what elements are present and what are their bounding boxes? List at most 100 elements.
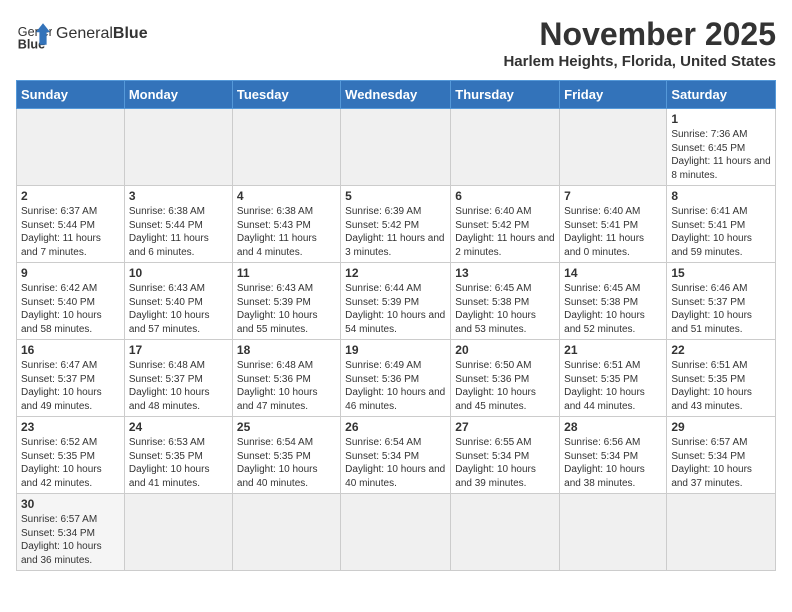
day-cell xyxy=(451,109,560,186)
day-info: Sunrise: 6:38 AM Sunset: 5:44 PM Dayligh… xyxy=(129,205,228,259)
month-title: November 2025 xyxy=(503,16,776,53)
day-number: 29 xyxy=(671,420,771,434)
day-cell xyxy=(232,109,340,186)
day-info: Sunrise: 6:56 AM Sunset: 5:34 PM Dayligh… xyxy=(564,436,662,490)
week-row-6: 30Sunrise: 6:57 AM Sunset: 5:34 PM Dayli… xyxy=(17,494,776,571)
week-row-4: 16 Sunrise: 6:47 AM Sunset: 5:37 PM Dayli… xyxy=(17,340,776,417)
day-cell: 22Sunrise: 6:51 AM Sunset: 5:35 PM Dayli… xyxy=(667,340,776,417)
day-cell: 27Sunrise: 6:55 AM Sunset: 5:34 PM Dayli… xyxy=(451,417,560,494)
day-info: Sunrise: 6:44 AM Sunset: 5:39 PM Dayligh… xyxy=(345,282,446,336)
day-info: Sunrise: 6:54 AM Sunset: 5:35 PM Dayligh… xyxy=(237,436,336,490)
week-row-3: 9 Sunrise: 6:42 AM Sunset: 5:40 PM Daylig… xyxy=(17,263,776,340)
day-cell: 10 Sunrise: 6:43 AM Sunset: 5:40 PM Dayli… xyxy=(124,263,232,340)
day-number: 11 xyxy=(237,266,336,280)
day-cell: 3 Sunrise: 6:38 AM Sunset: 5:44 PM Daylig… xyxy=(124,186,232,263)
day-cell: 15 Sunrise: 6:46 AM Sunset: 5:37 PM Dayli… xyxy=(667,263,776,340)
day-number: 24 xyxy=(129,420,228,434)
day-cell xyxy=(232,494,340,571)
day-cell xyxy=(124,109,232,186)
day-cell: 29 Sunrise: 6:57 AM Sunset: 5:34 PM Dayli… xyxy=(667,417,776,494)
day-cell xyxy=(667,494,776,571)
day-info: Sunrise: 6:43 AM Sunset: 5:39 PM Dayligh… xyxy=(237,282,336,336)
day-number: 28 xyxy=(564,420,662,434)
day-number: 3 xyxy=(129,189,228,203)
day-number: 23 xyxy=(21,420,120,434)
weekday-header-thursday: Thursday xyxy=(451,81,560,109)
day-number: 16 xyxy=(21,343,120,357)
day-cell xyxy=(124,494,232,571)
day-number: 15 xyxy=(671,266,771,280)
day-cell: 12 Sunrise: 6:44 AM Sunset: 5:39 PM Dayli… xyxy=(341,263,451,340)
day-info: Sunrise: 6:55 AM Sunset: 5:34 PM Dayligh… xyxy=(455,436,555,490)
weekday-header-friday: Friday xyxy=(560,81,667,109)
day-cell xyxy=(17,109,125,186)
week-row-1: 1 Sunrise: 7:36 AM Sunset: 6:45 PM Daylig… xyxy=(17,109,776,186)
day-info: Sunrise: 6:48 AM Sunset: 5:37 PM Dayligh… xyxy=(129,359,228,413)
day-cell: 14Sunrise: 6:45 AM Sunset: 5:38 PM Dayli… xyxy=(560,263,667,340)
day-info: Sunrise: 6:52 AM Sunset: 5:35 PM Dayligh… xyxy=(21,436,120,490)
day-info: Sunrise: 7:36 AM Sunset: 6:45 PM Dayligh… xyxy=(671,128,771,182)
day-info: Sunrise: 6:45 AM Sunset: 5:38 PM Dayligh… xyxy=(564,282,662,336)
day-cell: 30Sunrise: 6:57 AM Sunset: 5:34 PM Dayli… xyxy=(17,494,125,571)
logo-text-bold: Blue xyxy=(113,25,148,42)
day-number: 19 xyxy=(345,343,446,357)
day-info: Sunrise: 6:57 AM Sunset: 5:34 PM Dayligh… xyxy=(671,436,771,490)
day-number: 10 xyxy=(129,266,228,280)
day-number: 9 xyxy=(21,266,120,280)
day-cell: 5 Sunrise: 6:39 AM Sunset: 5:42 PM Daylig… xyxy=(341,186,451,263)
logo-icon: General Blue xyxy=(16,16,52,52)
weekday-header-sunday: Sunday xyxy=(17,81,125,109)
day-cell: 23 Sunrise: 6:52 AM Sunset: 5:35 PM Dayli… xyxy=(17,417,125,494)
day-info: Sunrise: 6:42 AM Sunset: 5:40 PM Dayligh… xyxy=(21,282,120,336)
week-row-2: 2Sunrise: 6:37 AM Sunset: 5:44 PM Daylig… xyxy=(17,186,776,263)
day-cell: 6Sunrise: 6:40 AM Sunset: 5:42 PM Daylig… xyxy=(451,186,560,263)
day-number: 12 xyxy=(345,266,446,280)
day-number: 18 xyxy=(237,343,336,357)
week-row-5: 23 Sunrise: 6:52 AM Sunset: 5:35 PM Dayli… xyxy=(17,417,776,494)
day-number: 1 xyxy=(671,112,771,126)
day-number: 20 xyxy=(455,343,555,357)
logo-text-normal: General xyxy=(56,25,113,42)
day-number: 13 xyxy=(455,266,555,280)
day-cell: 13 Sunrise: 6:45 AM Sunset: 5:38 PM Dayli… xyxy=(451,263,560,340)
day-number: 7 xyxy=(564,189,662,203)
day-cell: 25 Sunrise: 6:54 AM Sunset: 5:35 PM Dayli… xyxy=(232,417,340,494)
day-cell: 9 Sunrise: 6:42 AM Sunset: 5:40 PM Daylig… xyxy=(17,263,125,340)
day-cell: 4Sunrise: 6:38 AM Sunset: 5:43 PM Daylig… xyxy=(232,186,340,263)
day-info: Sunrise: 6:39 AM Sunset: 5:42 PM Dayligh… xyxy=(345,205,446,259)
day-cell: 18Sunrise: 6:48 AM Sunset: 5:36 PM Dayli… xyxy=(232,340,340,417)
day-cell: 16 Sunrise: 6:47 AM Sunset: 5:37 PM Dayli… xyxy=(17,340,125,417)
day-cell: 8 Sunrise: 6:41 AM Sunset: 5:41 PM Daylig… xyxy=(667,186,776,263)
day-number: 25 xyxy=(237,420,336,434)
weekday-header-tuesday: Tuesday xyxy=(232,81,340,109)
day-cell xyxy=(560,109,667,186)
day-info: Sunrise: 6:51 AM Sunset: 5:35 PM Dayligh… xyxy=(671,359,771,413)
day-info: Sunrise: 6:54 AM Sunset: 5:34 PM Dayligh… xyxy=(345,436,446,490)
logo: General Blue GeneralBlue xyxy=(16,16,148,52)
day-cell: 24 Sunrise: 6:53 AM Sunset: 5:35 PM Dayli… xyxy=(124,417,232,494)
day-cell: 2Sunrise: 6:37 AM Sunset: 5:44 PM Daylig… xyxy=(17,186,125,263)
day-info: Sunrise: 6:49 AM Sunset: 5:36 PM Dayligh… xyxy=(345,359,446,413)
day-number: 17 xyxy=(129,343,228,357)
day-cell: 21Sunrise: 6:51 AM Sunset: 5:35 PM Dayli… xyxy=(560,340,667,417)
day-cell: 28 Sunrise: 6:56 AM Sunset: 5:34 PM Dayli… xyxy=(560,417,667,494)
day-number: 5 xyxy=(345,189,446,203)
day-info: Sunrise: 6:53 AM Sunset: 5:35 PM Dayligh… xyxy=(129,436,228,490)
day-info: Sunrise: 6:40 AM Sunset: 5:41 PM Dayligh… xyxy=(564,205,662,259)
day-info: Sunrise: 6:46 AM Sunset: 5:37 PM Dayligh… xyxy=(671,282,771,336)
day-info: Sunrise: 6:47 AM Sunset: 5:37 PM Dayligh… xyxy=(21,359,120,413)
day-cell: 1 Sunrise: 7:36 AM Sunset: 6:45 PM Daylig… xyxy=(667,109,776,186)
day-number: 2 xyxy=(21,189,120,203)
day-info: Sunrise: 6:43 AM Sunset: 5:40 PM Dayligh… xyxy=(129,282,228,336)
day-info: Sunrise: 6:51 AM Sunset: 5:35 PM Dayligh… xyxy=(564,359,662,413)
day-number: 4 xyxy=(237,189,336,203)
day-info: Sunrise: 6:40 AM Sunset: 5:42 PM Dayligh… xyxy=(455,205,555,259)
day-number: 8 xyxy=(671,189,771,203)
weekday-header-row: SundayMondayTuesdayWednesdayThursdayFrid… xyxy=(17,81,776,109)
page-header: General Blue GeneralBlue November 2025 H… xyxy=(16,16,776,70)
day-cell xyxy=(560,494,667,571)
weekday-header-wednesday: Wednesday xyxy=(341,81,451,109)
day-info: Sunrise: 6:45 AM Sunset: 5:38 PM Dayligh… xyxy=(455,282,555,336)
day-cell: 26Sunrise: 6:54 AM Sunset: 5:34 PM Dayli… xyxy=(341,417,451,494)
day-info: Sunrise: 6:41 AM Sunset: 5:41 PM Dayligh… xyxy=(671,205,771,259)
